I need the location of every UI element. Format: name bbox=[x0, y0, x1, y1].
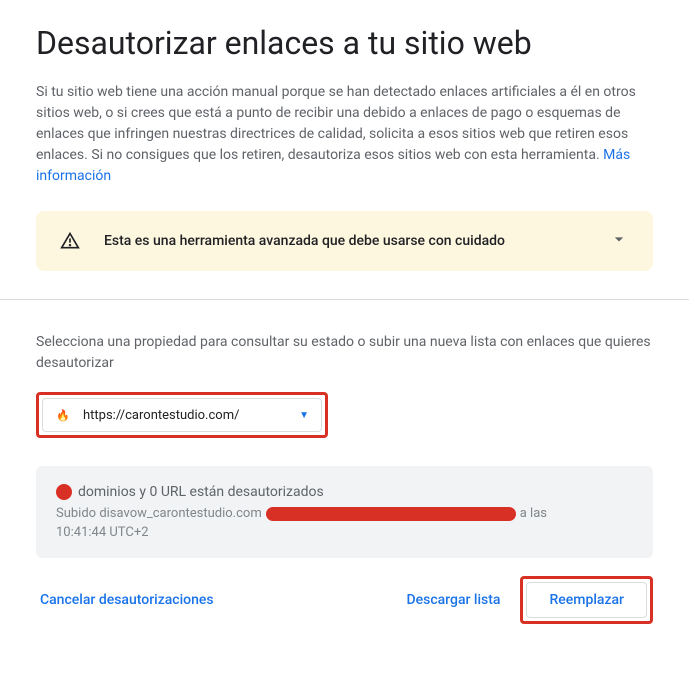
actions-row: Cancelar desautorizaciones Descargar lis… bbox=[36, 576, 653, 624]
redacted-bar bbox=[266, 507, 516, 521]
replace-button[interactable]: Reemplazar bbox=[526, 582, 647, 618]
select-property-label: Selecciona una propiedad para consultar … bbox=[36, 332, 653, 374]
replace-highlight: Reemplazar bbox=[520, 576, 653, 624]
property-select-highlight: 🔥 https://carontestudio.com/ ▼ bbox=[36, 392, 328, 438]
download-list-button[interactable]: Descargar lista bbox=[402, 584, 504, 616]
warning-icon bbox=[60, 231, 80, 251]
page-title: Desautorizar enlaces a tu sitio web bbox=[36, 24, 653, 62]
uploaded-suffix: a las bbox=[520, 506, 547, 521]
chevron-down-icon[interactable] bbox=[609, 229, 629, 253]
status-summary-row: dominios y 0 URL están desautorizados bbox=[56, 484, 633, 500]
right-actions: Descargar lista Reemplazar bbox=[402, 576, 653, 624]
dropdown-arrow-icon: ▼ bbox=[299, 410, 309, 421]
status-summary: dominios y 0 URL están desautorizados bbox=[78, 484, 324, 500]
status-upload-row: Subido disavow_carontestudio.com a las bbox=[56, 506, 633, 521]
property-url: https://carontestudio.com/ bbox=[83, 408, 287, 423]
redacted-dot bbox=[56, 484, 72, 500]
warning-banner[interactable]: Esta es una herramienta avanzada que deb… bbox=[36, 211, 653, 271]
uploaded-prefix: Subido disavow_carontestudio.com bbox=[56, 506, 262, 521]
status-time: 10:41:44 UTC+2 bbox=[56, 525, 633, 540]
description-text: Si tu sitio web tiene una acción manual … bbox=[36, 82, 653, 187]
cancel-disavow-button[interactable]: Cancelar desautorizaciones bbox=[36, 584, 218, 616]
status-card: dominios y 0 URL están desautorizados Su… bbox=[36, 466, 653, 558]
divider bbox=[0, 299, 689, 300]
property-favicon: 🔥 bbox=[55, 407, 71, 423]
property-select[interactable]: 🔥 https://carontestudio.com/ ▼ bbox=[42, 398, 322, 432]
description-body: Si tu sitio web tiene una acción manual … bbox=[36, 84, 636, 163]
warning-text: Esta es una herramienta avanzada que deb… bbox=[104, 233, 585, 249]
